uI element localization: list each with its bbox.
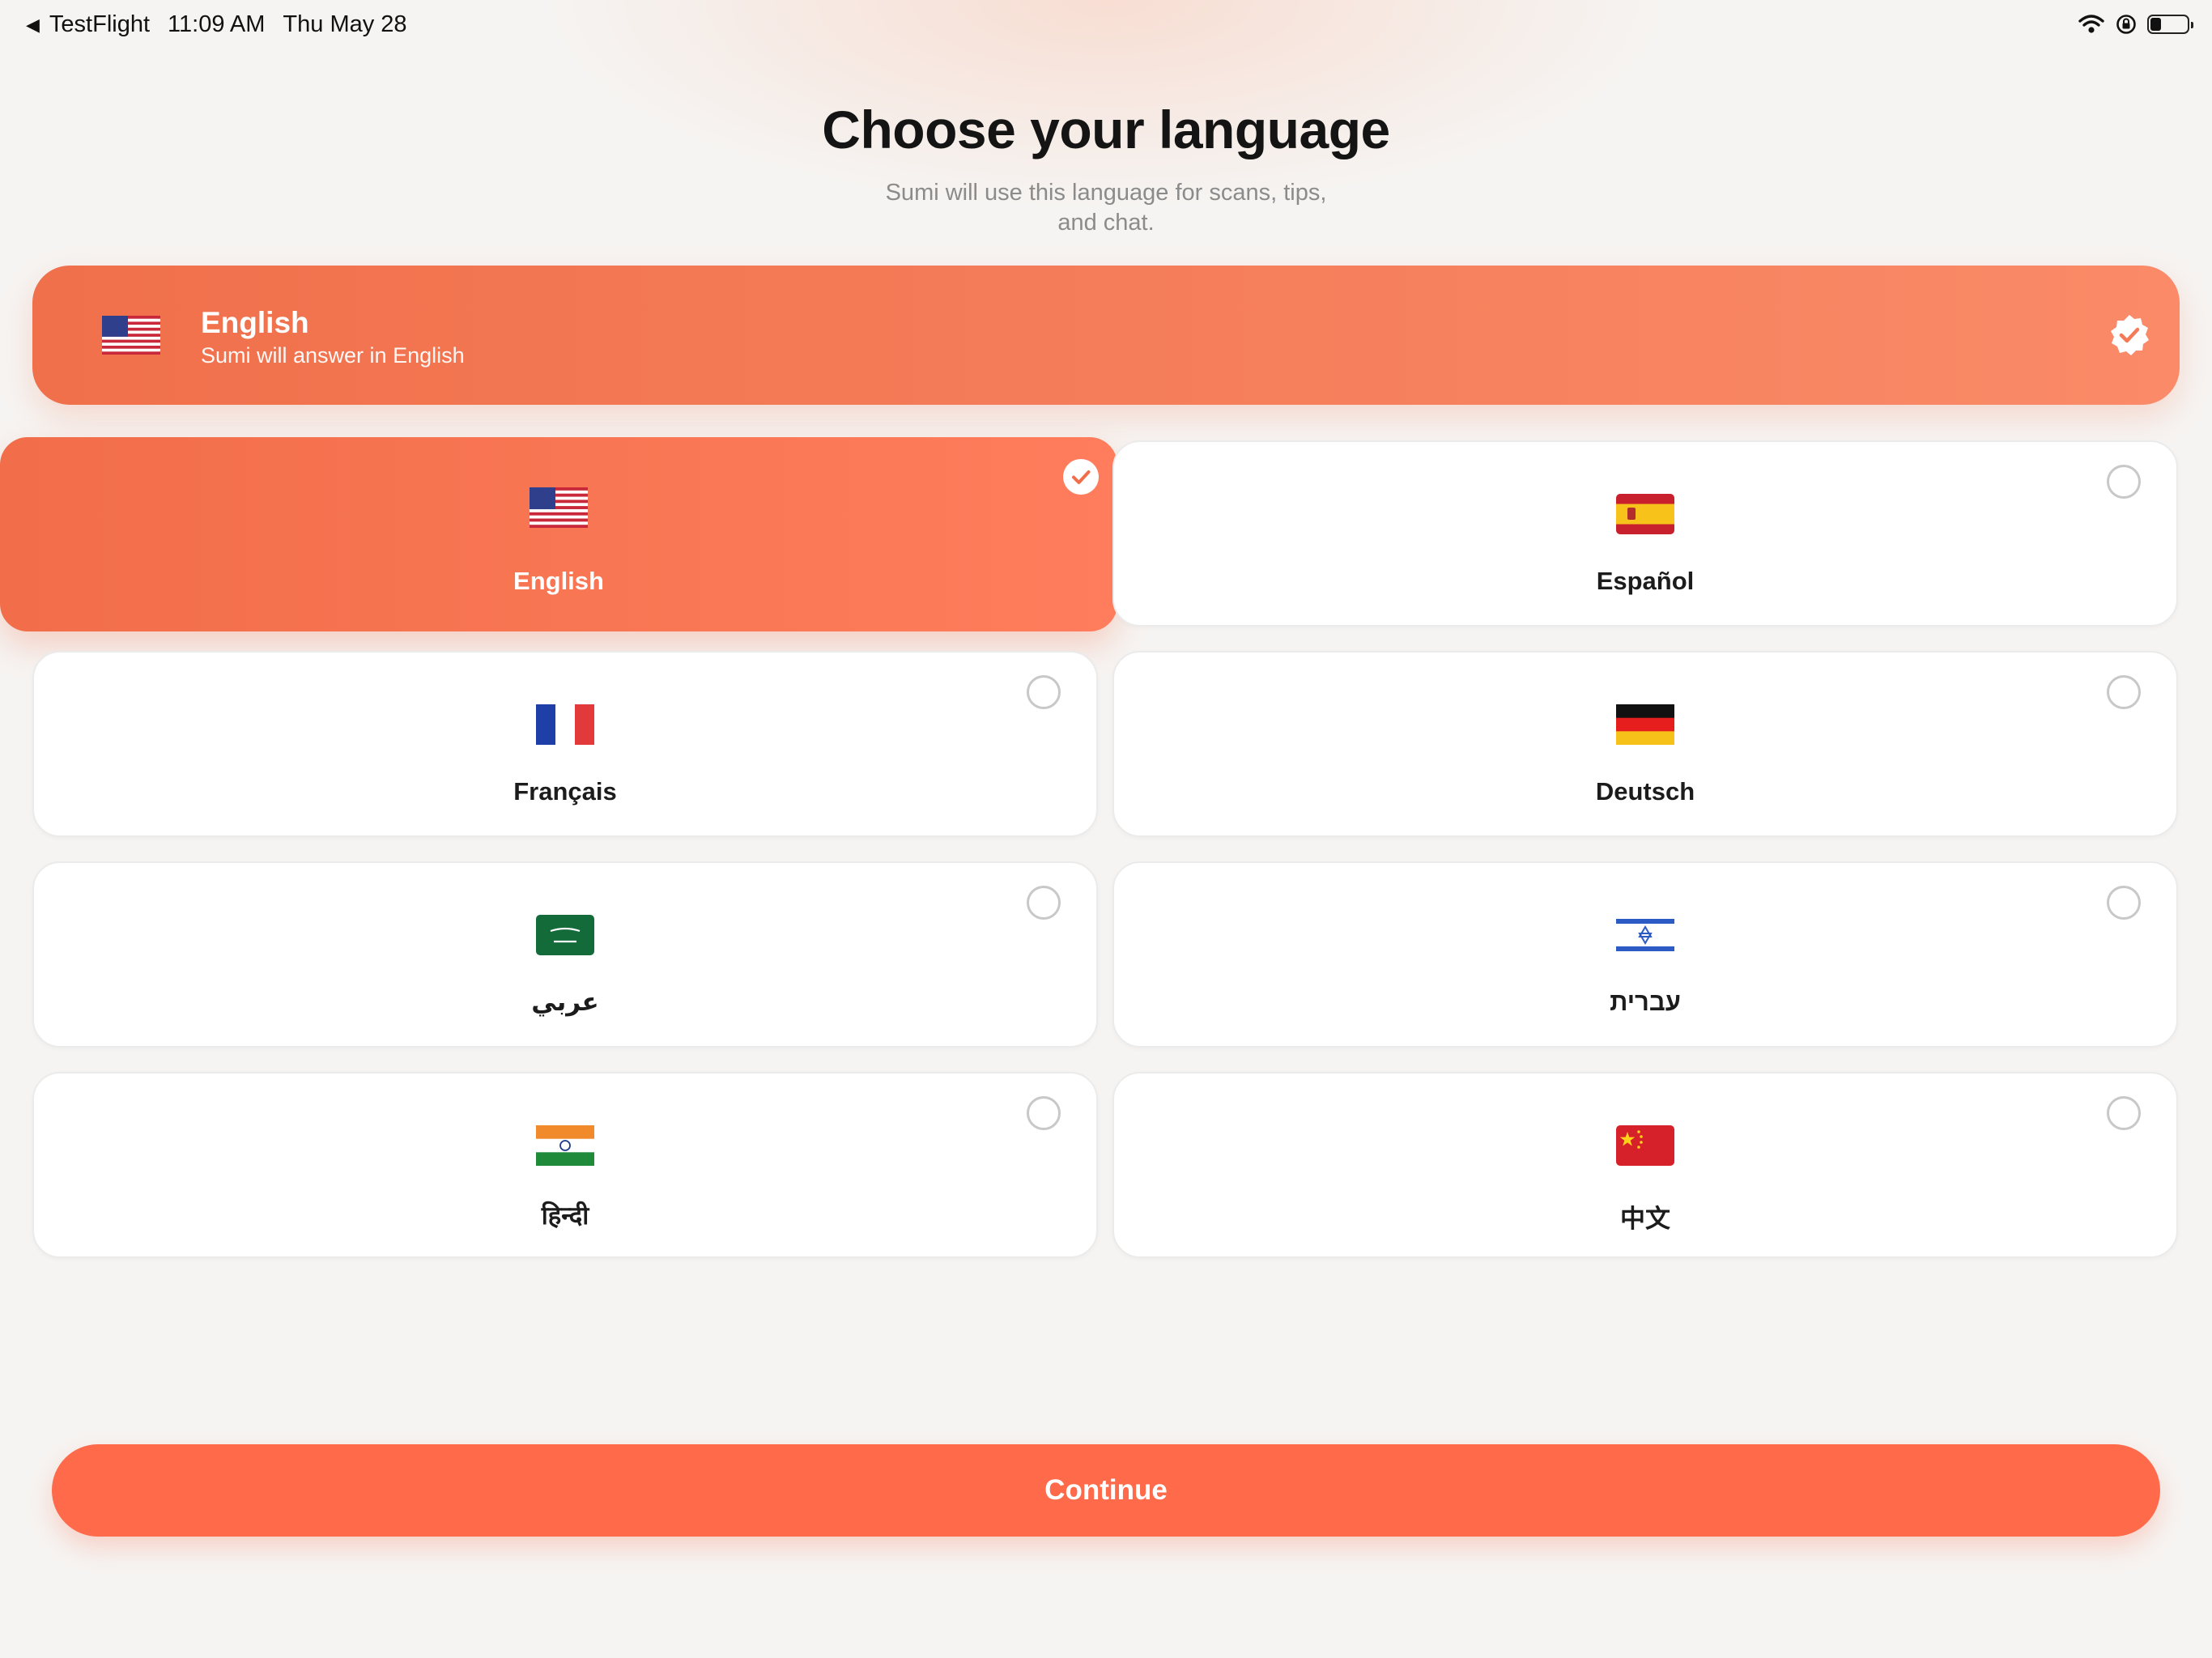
radio-unselected[interactable] xyxy=(2107,886,2141,920)
language-label: Français xyxy=(513,777,617,806)
language-option-hindi[interactable]: हिन्दी xyxy=(32,1072,1098,1258)
language-label: عربي xyxy=(531,988,599,1016)
page-title: Choose your language xyxy=(822,100,1390,159)
banner-title: English xyxy=(201,306,309,339)
radio-unselected[interactable] xyxy=(1027,1096,1061,1130)
page-subtitle: Sumi will use this language for scans, t… xyxy=(885,180,1327,236)
language-option-espanol[interactable]: Español xyxy=(1112,440,2178,627)
orientation-lock-icon xyxy=(2116,15,2136,34)
language-label: हिन्दी xyxy=(541,1201,589,1230)
germany-flag-icon xyxy=(1616,704,1674,745)
selected-language-banner: English Sumi will answer in English xyxy=(32,266,2180,405)
status-right xyxy=(2078,13,2193,36)
us-flag-icon xyxy=(102,316,160,355)
verified-check-icon xyxy=(2111,315,2149,355)
language-option-chinese[interactable]: 中文 xyxy=(1112,1072,2178,1258)
us-flag-icon xyxy=(530,487,588,528)
banner-subtitle: Sumi will answer in English xyxy=(201,343,465,368)
language-option-arabic[interactable]: عربي xyxy=(32,861,1098,1048)
china-flag-icon xyxy=(1616,1125,1674,1166)
spain-flag-icon xyxy=(1616,494,1674,534)
saudi-arabia-flag-icon xyxy=(536,915,594,955)
france-flag-icon xyxy=(536,704,594,745)
checkmark-circle-icon xyxy=(1063,459,1099,495)
continue-button[interactable]: Continue xyxy=(52,1444,2160,1537)
status-date: Thu May 28 xyxy=(283,11,407,37)
battery-level-fill xyxy=(2150,18,2162,31)
language-label: Español xyxy=(1596,567,1695,595)
radio-unselected[interactable] xyxy=(1027,675,1061,709)
radio-unselected[interactable] xyxy=(1027,886,1061,920)
status-time: 11:09 AM xyxy=(168,11,266,37)
israel-flag-icon xyxy=(1616,915,1674,955)
india-flag-icon xyxy=(536,1125,594,1166)
language-option-hebrew[interactable]: עברית xyxy=(1112,861,2178,1048)
radio-unselected[interactable] xyxy=(2107,465,2141,499)
language-option-deutsch[interactable]: Deutsch xyxy=(1112,651,2178,837)
language-label: עברית xyxy=(1610,988,1681,1016)
radio-unselected[interactable] xyxy=(2107,1096,2141,1130)
battery-icon xyxy=(2147,15,2193,34)
status-bar: ◀ TestFlight 11:09 AM Thu May 28 xyxy=(0,0,2212,52)
language-label: 中文 xyxy=(1620,1205,1670,1233)
radio-unselected[interactable] xyxy=(2107,675,2141,709)
language-label: English xyxy=(513,567,604,595)
language-label: Deutsch xyxy=(1595,777,1695,806)
wifi-icon xyxy=(2078,15,2104,33)
back-to-app-link[interactable]: TestFlight xyxy=(49,11,150,38)
language-option-francais[interactable]: Français xyxy=(32,651,1098,837)
language-option-english[interactable]: English xyxy=(0,437,1117,631)
back-to-app-icon[interactable]: ◀ xyxy=(26,15,40,36)
status-left: ◀ TestFlight 11:09 AM Thu May 28 xyxy=(26,11,407,38)
